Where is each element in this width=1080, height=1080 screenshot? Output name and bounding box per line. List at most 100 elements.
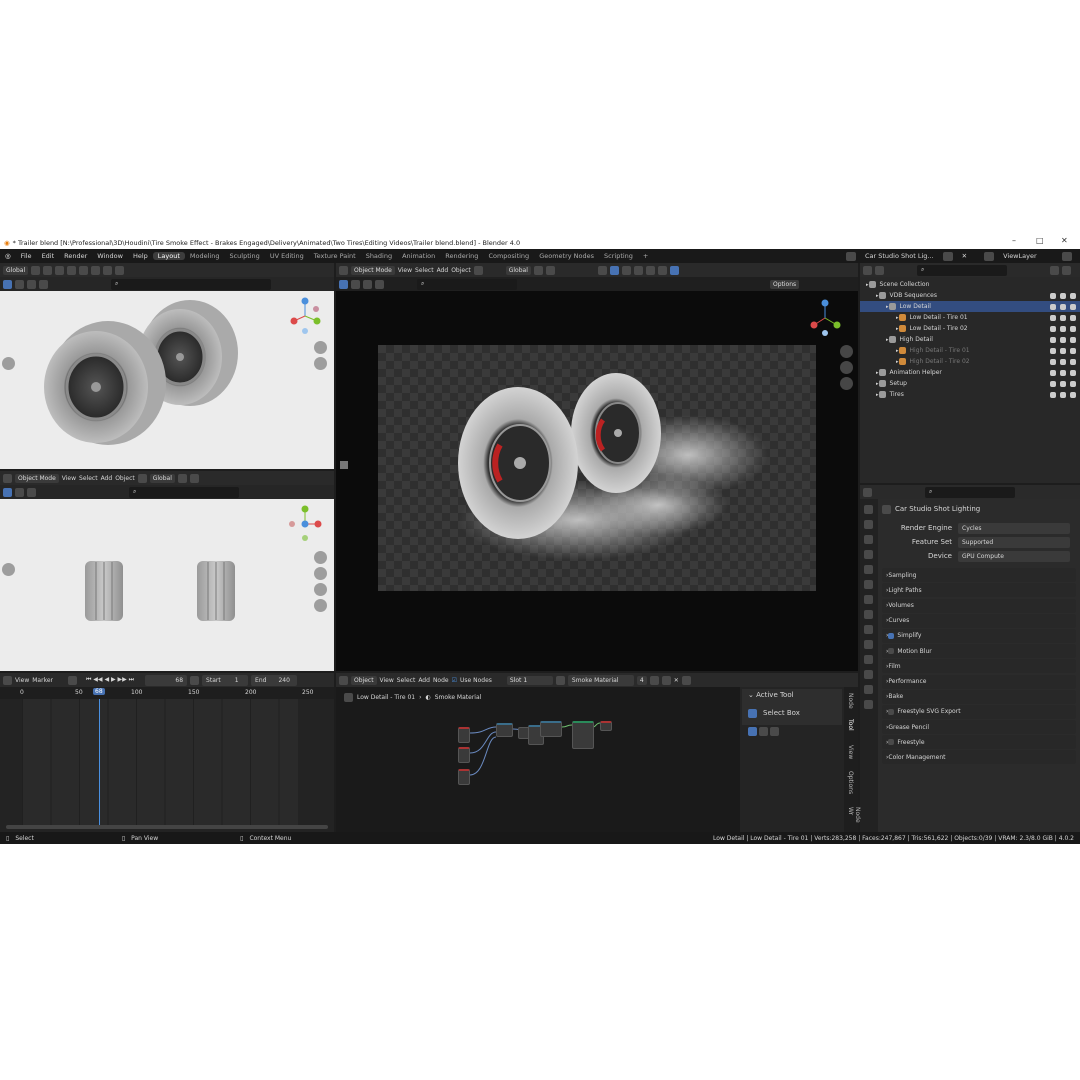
eye-icon[interactable] — [1060, 380, 1066, 387]
close-button[interactable]: ✕ — [1061, 236, 1068, 245]
panel-checkbox[interactable] — [888, 739, 895, 746]
overlay-toggle-icon[interactable] — [91, 265, 101, 275]
checkbox-icon[interactable] — [1050, 292, 1056, 299]
properties-search-input[interactable]: ⌕ — [925, 486, 1015, 498]
checkbox-icon[interactable] — [1050, 303, 1056, 310]
panel-curves[interactable]: › Curves — [882, 613, 1076, 628]
eye-icon[interactable] — [1060, 325, 1066, 332]
menu-object[interactable]: Object — [451, 267, 471, 274]
unlink-material-icon[interactable]: ✕ — [674, 677, 679, 684]
pivot-icon[interactable] — [533, 265, 543, 275]
checkbox-icon[interactable] — [1050, 336, 1056, 343]
output-tab-icon[interactable] — [864, 535, 873, 544]
search-field[interactable]: ⌕ — [129, 486, 239, 498]
orientation-dropdown[interactable]: Global — [149, 473, 175, 483]
shading-wire-icon[interactable] — [633, 265, 643, 275]
material-browse-icon[interactable] — [555, 675, 565, 685]
camera-render-icon[interactable] — [1070, 358, 1076, 365]
tab-tool[interactable]: Tool — [847, 719, 854, 731]
zoom-icon[interactable] — [840, 345, 853, 358]
menu-view[interactable]: View — [62, 475, 76, 482]
menu-add[interactable]: Add — [418, 677, 430, 684]
playback-controls[interactable]: ⏮ ◀◀ ◀ ▶ ▶▶ ⏭ — [86, 676, 134, 684]
pin-icon[interactable] — [681, 675, 691, 685]
display-mode-icon[interactable] — [875, 265, 884, 275]
pan-hand-icon[interactable] — [314, 357, 327, 370]
checkbox-icon[interactable] — [1050, 369, 1056, 376]
menu-select[interactable]: Select — [397, 677, 416, 684]
snap-icon[interactable] — [545, 265, 555, 275]
camera-render-icon[interactable] — [1070, 380, 1076, 387]
scene-name[interactable]: Car Studio Shot Lig... — [860, 252, 939, 260]
sidebar-toggle-icon[interactable] — [2, 357, 15, 370]
eye-icon[interactable] — [1060, 292, 1066, 299]
panel-checkbox[interactable] — [888, 632, 895, 639]
select-mode-icon[interactable] — [3, 487, 12, 497]
tab-texture-paint[interactable]: Texture Paint — [309, 252, 361, 260]
tab-geometry-nodes[interactable]: Geometry Nodes — [534, 252, 599, 260]
outliner-row[interactable]: ▸ Tires — [860, 389, 1080, 400]
outliner-row[interactable]: ▸ Scene Collection — [860, 279, 1080, 290]
menu-select[interactable]: Select — [79, 475, 98, 482]
checkbox-icon[interactable] — [1050, 325, 1056, 332]
view-layer-name[interactable]: ViewLayer — [998, 252, 1058, 260]
orientation-dropdown[interactable]: Global — [3, 265, 29, 275]
shader-node[interactable] — [458, 769, 470, 785]
camera-icon[interactable] — [137, 473, 147, 483]
outliner-row[interactable]: ▸ Low Detail — [860, 301, 1080, 312]
render-tab-icon[interactable] — [864, 520, 873, 529]
eye-icon[interactable] — [1060, 358, 1066, 365]
tab-scripting[interactable]: Scripting — [599, 252, 638, 260]
outliner-row[interactable]: ▸ Setup — [860, 378, 1080, 389]
timeline-track-area[interactable] — [22, 699, 298, 827]
gizmo-toggle-icon[interactable] — [189, 473, 199, 483]
tab-modeling[interactable]: Modeling — [185, 252, 225, 260]
duplicate-material-icon[interactable] — [661, 675, 671, 685]
shader-node[interactable] — [458, 727, 470, 743]
options-dropdown[interactable]: Options — [770, 279, 800, 289]
menu-view[interactable]: View — [15, 677, 29, 684]
menu-select[interactable]: Select — [415, 267, 434, 274]
shader-node[interactable] — [496, 723, 513, 737]
view-layer-tab-icon[interactable] — [864, 550, 873, 559]
nav-gizmo[interactable] — [808, 299, 842, 337]
minimize-button[interactable]: – — [1012, 236, 1016, 245]
outliner-row[interactable]: ▸ VDB Sequences — [860, 290, 1080, 301]
checkbox-icon[interactable] — [1050, 347, 1056, 354]
select-invert-icon[interactable] — [39, 279, 48, 289]
select-extend-icon[interactable] — [15, 487, 24, 497]
panel-volumes[interactable]: › Volumes — [882, 598, 1076, 613]
orientation-dropdown[interactable]: Global — [505, 265, 531, 275]
select-box-icon[interactable] — [748, 708, 757, 718]
tab-node[interactable]: Node — [847, 693, 854, 709]
shading-rendered-icon[interactable] — [669, 265, 679, 275]
checkbox-icon[interactable] — [1050, 391, 1056, 398]
slot-dropdown[interactable]: Slot 1 — [506, 675, 553, 685]
panel-film[interactable]: › Film — [882, 659, 1076, 674]
viewport-top-left[interactable]: Global ⌕ — [0, 263, 334, 469]
outliner-row[interactable]: ▸ High Detail - Tire 02 — [860, 356, 1080, 367]
new-view-layer-icon[interactable] — [1062, 251, 1073, 261]
editor-type-icon[interactable] — [339, 675, 348, 685]
sidebar-toggle-icon[interactable] — [340, 461, 348, 469]
record-icon[interactable] — [68, 675, 77, 685]
select-mode-icon[interactable] — [3, 279, 12, 289]
pan-hand-icon[interactable] — [314, 567, 327, 580]
playhead[interactable] — [99, 699, 100, 829]
editor-type-icon[interactable] — [863, 487, 872, 497]
panel-light-paths[interactable]: › Light Paths — [882, 583, 1076, 598]
outliner-row[interactable]: ▸ Animation Helper — [860, 367, 1080, 378]
eye-icon[interactable] — [1060, 369, 1066, 376]
menu-view[interactable]: View — [380, 677, 394, 684]
menu-marker[interactable]: Marker — [32, 677, 53, 684]
eye-icon[interactable] — [1060, 314, 1066, 321]
shader-node[interactable] — [540, 721, 562, 737]
zoom-icon[interactable] — [314, 341, 327, 354]
blender-menu-icon[interactable]: ◎ — [0, 252, 16, 260]
editor-type-icon[interactable] — [339, 265, 348, 275]
material-name-field[interactable]: Smoke Material — [567, 674, 634, 686]
tab-layout[interactable]: Layout — [152, 252, 185, 260]
playhead-frame-label[interactable]: 68 — [93, 688, 105, 695]
panel-performance[interactable]: › Performance — [882, 674, 1076, 689]
select-extend-icon[interactable] — [351, 279, 360, 289]
